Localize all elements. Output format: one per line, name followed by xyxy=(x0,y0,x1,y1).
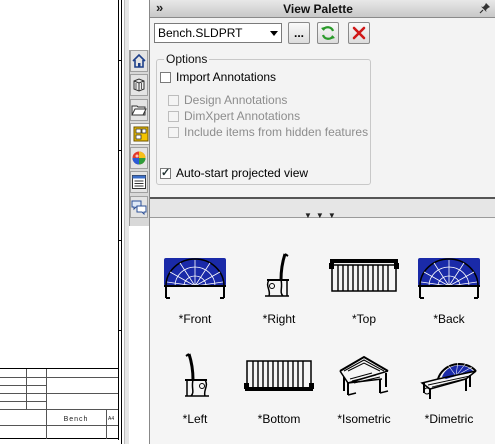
checkbox-box-checked[interactable] xyxy=(160,166,171,179)
view-palette-toolbar: Bench.SLDPRT ... xyxy=(150,18,495,48)
clear-all-button[interactable] xyxy=(348,22,370,44)
tab-custom-properties[interactable] xyxy=(130,171,148,193)
view-palette-panel: » View Palette Bench.SLDPRT ... Options … xyxy=(149,0,495,444)
sheet-border xyxy=(118,0,119,440)
view-label: *Right xyxy=(262,312,296,326)
tab-design-library[interactable] xyxy=(130,74,148,96)
file-explorer-icon xyxy=(131,105,147,116)
bench-back-view-icon xyxy=(406,246,492,304)
view-label: *Left xyxy=(182,412,208,426)
checkbox-box[interactable] xyxy=(168,126,179,138)
forum-icon xyxy=(131,200,147,215)
task-pane-tab-strip xyxy=(129,0,150,444)
design-annotations-checkbox[interactable]: Design Annotations xyxy=(168,93,287,107)
view-item-bottom[interactable]: *Bottom xyxy=(236,346,322,426)
auto-start-label: Auto-start projected view xyxy=(176,166,309,180)
zone-tick xyxy=(119,330,121,331)
view-label: *Isometric xyxy=(337,412,391,426)
import-annotations-label: Import Annotations xyxy=(176,70,277,84)
view-label: *Front xyxy=(178,312,212,326)
view-label: *Top xyxy=(351,312,377,326)
checkbox-box[interactable] xyxy=(168,110,179,122)
checkbox-box[interactable] xyxy=(168,94,179,106)
hidden-features-checkbox[interactable]: Include items from hidden features xyxy=(168,125,368,139)
bench-dimetric-view-icon xyxy=(406,346,492,404)
title-block: Bench A4 xyxy=(0,368,118,439)
import-annotations-checkbox[interactable]: Import Annotations xyxy=(160,70,276,84)
appearances-icon xyxy=(132,151,146,165)
options-group-label: Options xyxy=(164,52,210,66)
tab-forum[interactable] xyxy=(130,196,148,218)
document-dropdown-value: Bench.SLDPRT xyxy=(158,26,243,40)
document-dropdown[interactable]: Bench.SLDPRT xyxy=(154,23,282,43)
bench-front-view-icon xyxy=(152,246,238,304)
bench-right-view-icon xyxy=(236,246,322,304)
auto-start-projected-view-checkbox[interactable]: Auto-start projected view xyxy=(160,166,308,180)
title-block-part-name: Bench xyxy=(63,416,89,423)
refresh-icon xyxy=(321,26,335,40)
bench-top-view-icon xyxy=(321,246,407,304)
view-item-front[interactable]: *Front xyxy=(152,246,238,326)
pane-splitter[interactable]: ▼▼▼ xyxy=(150,197,495,220)
dimxpert-annotations-label: DimXpert Annotations xyxy=(184,109,301,123)
view-item-back[interactable]: *Back xyxy=(406,246,492,326)
custom-properties-icon xyxy=(132,175,146,189)
view-palette-icon xyxy=(133,126,148,142)
panel-title: View Palette xyxy=(283,2,353,16)
panel-title-bar: » View Palette xyxy=(150,0,495,18)
zone-tick xyxy=(119,60,121,61)
view-item-dimetric[interactable]: *Dimetric xyxy=(406,346,492,426)
hidden-features-label: Include items from hidden features xyxy=(184,125,369,139)
drawing-sheet[interactable]: Bench A4 xyxy=(0,0,124,444)
view-label: *Bottom xyxy=(257,412,301,426)
sheet-border-outer xyxy=(121,0,122,444)
bench-bottom-view-icon xyxy=(236,346,322,404)
design-library-icon xyxy=(133,78,145,92)
dimxpert-annotations-checkbox[interactable]: DimXpert Annotations xyxy=(168,109,300,123)
view-item-top[interactable]: *Top xyxy=(321,246,407,326)
view-item-left[interactable]: *Left xyxy=(152,346,238,426)
tab-home[interactable] xyxy=(130,50,148,72)
bench-isometric-view-icon xyxy=(321,346,407,404)
zone-tick xyxy=(119,240,121,241)
view-label: *Dimetric xyxy=(424,412,474,426)
pin-icon[interactable] xyxy=(479,2,491,17)
design-annotations-label: Design Annotations xyxy=(184,93,288,107)
close-icon xyxy=(352,26,366,40)
view-label: *Back xyxy=(433,312,465,326)
title-block-sheet-size: A4 xyxy=(108,416,115,422)
home-icon xyxy=(132,53,146,68)
checkbox-box[interactable] xyxy=(160,71,171,83)
view-item-isometric[interactable]: *Isometric xyxy=(321,346,407,426)
drawing-views-list: *Front *Right *Top *Back *Left *Bottom *… xyxy=(150,218,495,444)
tab-file-explorer[interactable] xyxy=(130,99,148,121)
zone-tick xyxy=(119,150,121,151)
options-area: Options Import Annotations Design Annota… xyxy=(150,48,495,197)
tab-appearances[interactable] xyxy=(130,147,148,169)
view-item-right[interactable]: *Right xyxy=(236,246,322,326)
browse-button[interactable]: ... xyxy=(288,22,310,44)
tab-view-palette[interactable] xyxy=(130,123,150,145)
chevron-down-icon xyxy=(270,31,278,36)
refresh-button[interactable] xyxy=(317,22,339,44)
bench-left-view-icon xyxy=(152,346,238,404)
